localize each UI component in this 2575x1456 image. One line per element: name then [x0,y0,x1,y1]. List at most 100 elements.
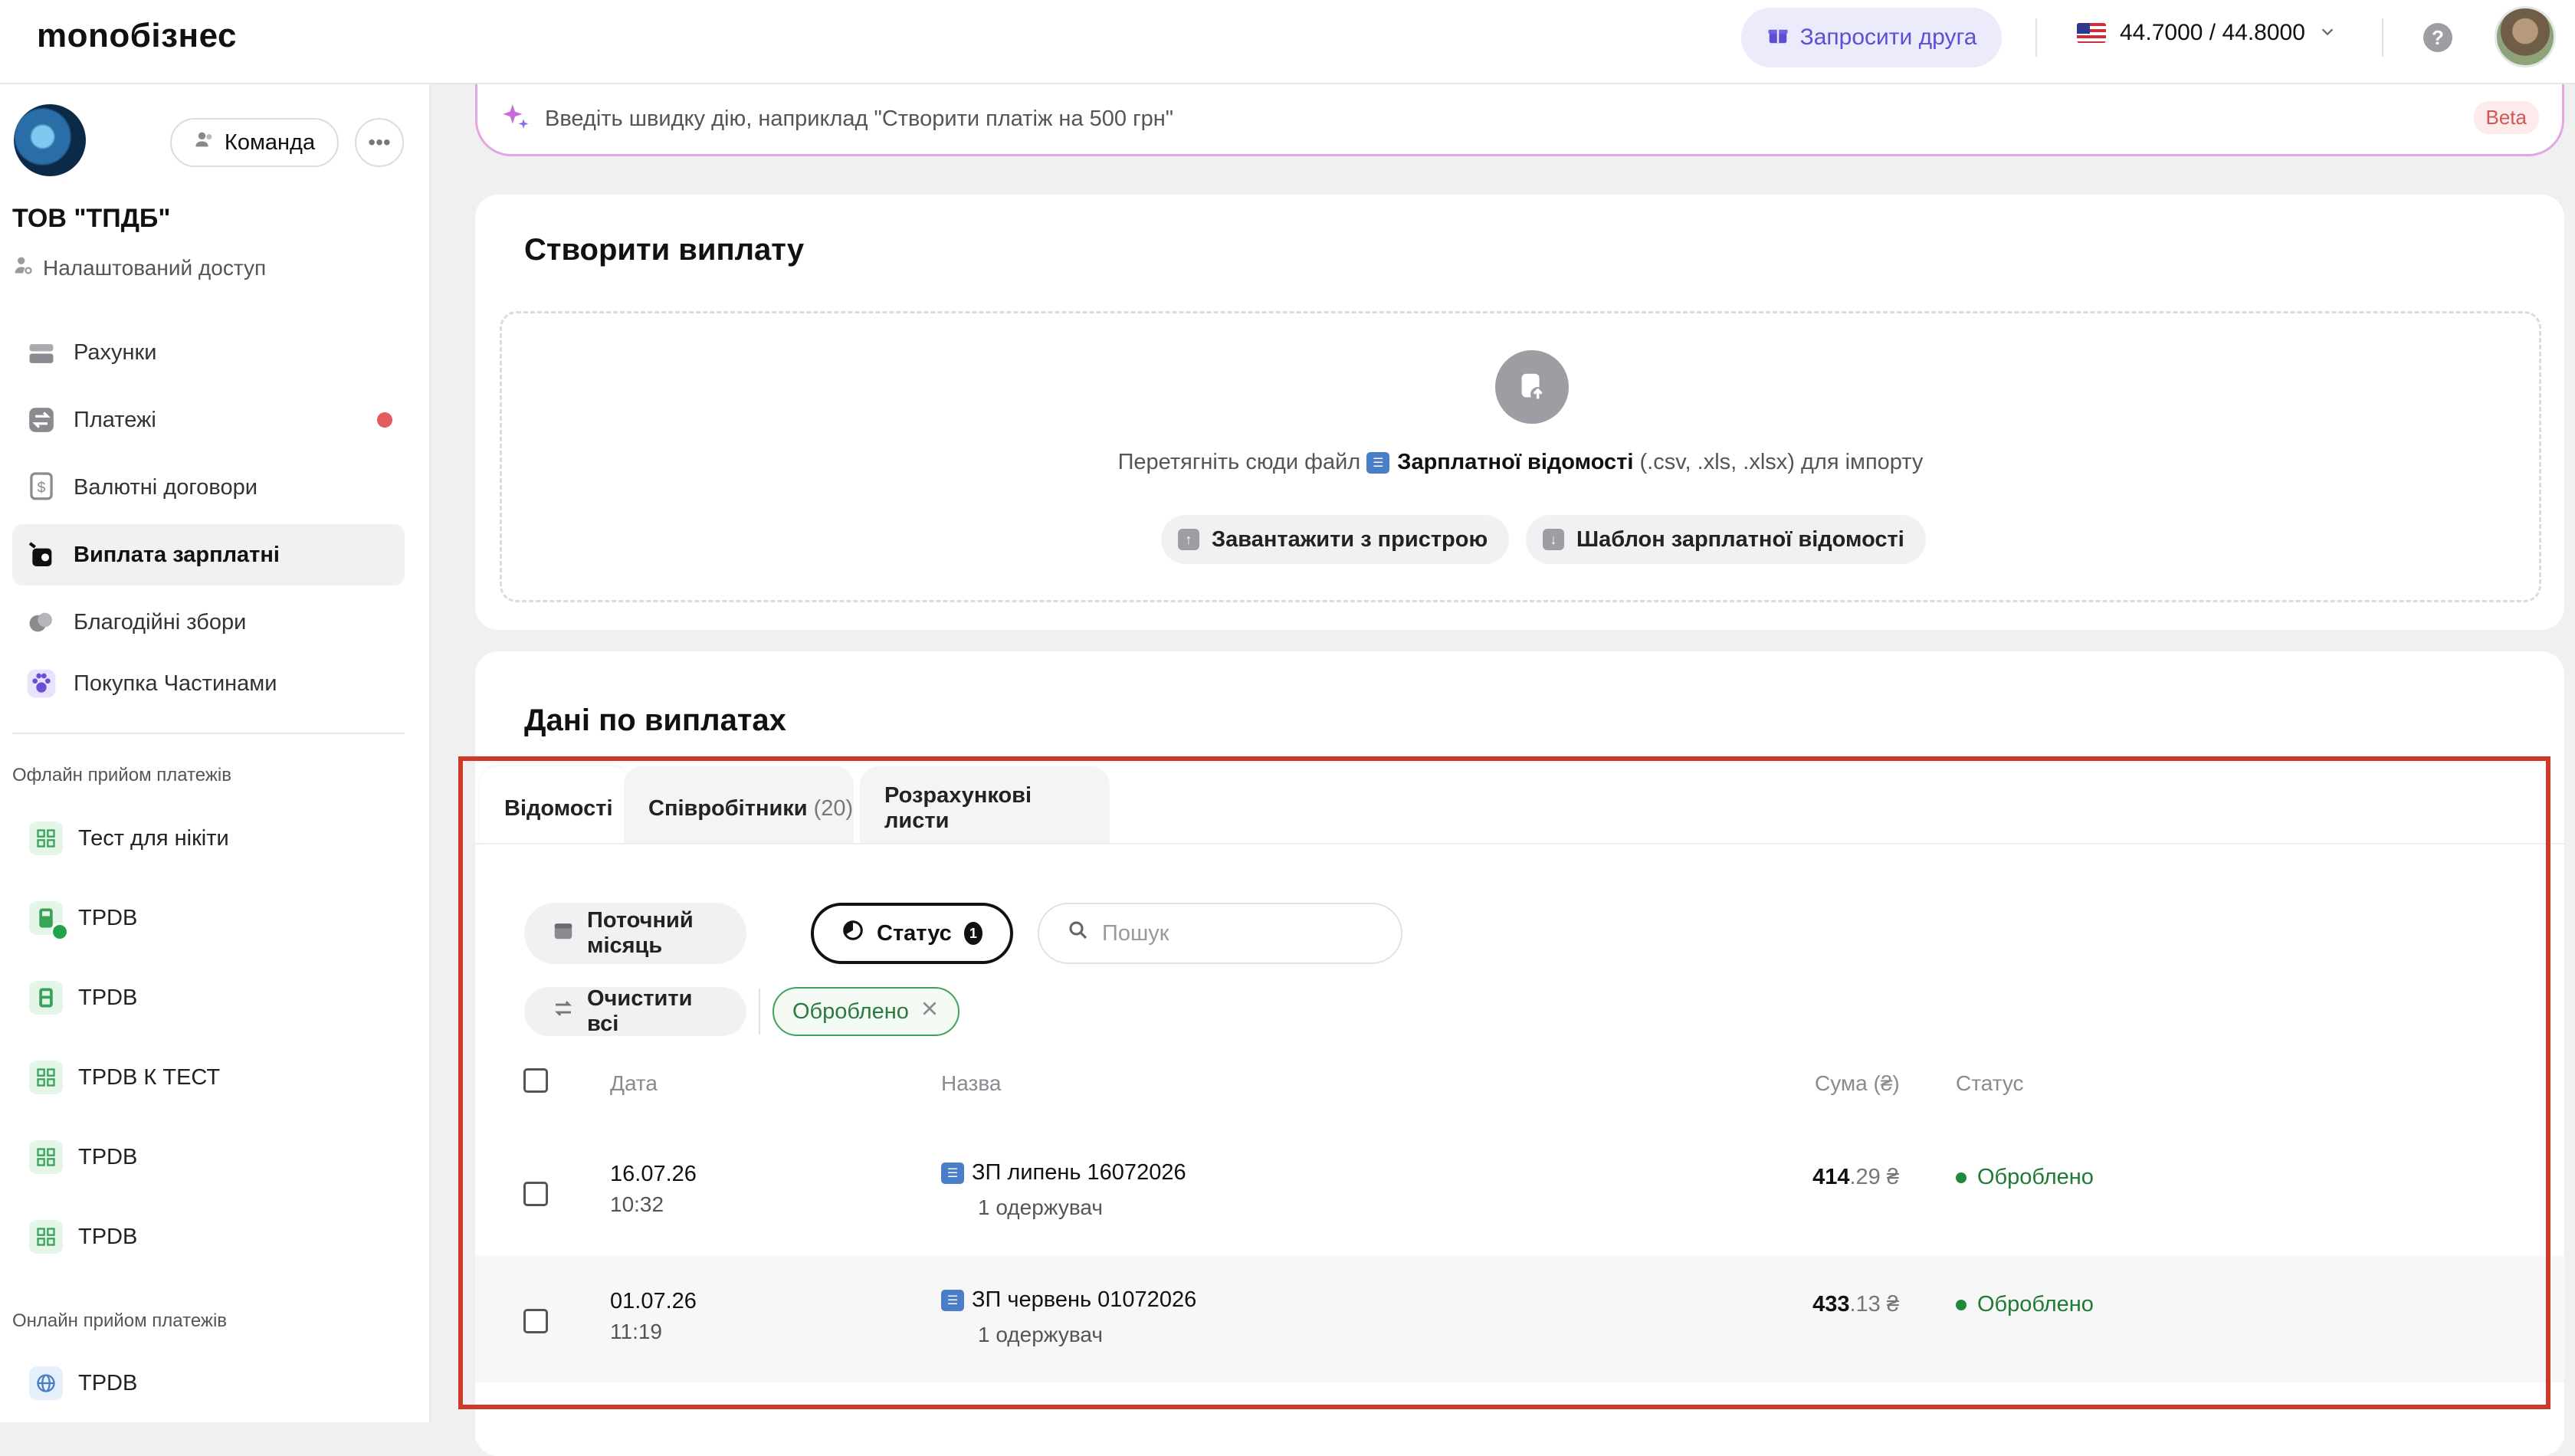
tab-label: Співробітники [648,795,808,821]
account-label: Тест для нікіти [78,825,229,851]
invite-friend-button[interactable]: Запросити друга [1741,8,2002,67]
sidebar-item-label: Валютні договори [74,474,258,500]
select-all-checkbox[interactable] [523,1068,548,1093]
column-name[interactable]: Назва [941,1071,1001,1096]
offline-account-item[interactable]: TPDB К ТЕСТ [29,1047,220,1108]
currency-rate-value: 44.7000 / 44.8000 [2120,20,2305,45]
sidebar-item-charity[interactable]: Благодійні збори [12,592,405,653]
quick-action-input[interactable]: Введіть швидку дію, наприклад "Створити … [475,84,2564,156]
sum-fraction: .13 ₴ [1849,1292,1900,1317]
salary-sheet-link[interactable]: Зарплатної відомості [1397,450,1633,474]
access-settings-link[interactable]: Налаштований доступ [12,254,266,281]
column-status[interactable]: Статус [1956,1071,2024,1096]
row-checkbox[interactable] [523,1182,548,1206]
access-label: Налаштований доступ [43,255,267,280]
sparkle-icon [500,102,530,137]
gift-icon [1766,23,1789,52]
row-checkbox[interactable] [523,1309,548,1333]
payout-data-title: Дані по виплатах [524,703,786,737]
online-section-label: Онлайн прийом платежів [12,1310,228,1331]
qr-icon [29,1220,63,1254]
divider [2035,18,2037,57]
quick-action-placeholder: Введіть швидку дію, наприклад "Створити … [545,107,1174,131]
status-filter[interactable]: Статус 1 [811,903,1013,964]
statements-panel: Поточний місяць Статус 1 Пошук Очистити … [475,843,2564,1441]
period-label: Поточний місяць [587,908,694,958]
payout-data-card: Дані по виплатах Відомості Співробітники… [475,651,2564,1456]
offline-account-item[interactable]: Тест для нікіти [29,808,229,869]
sum-integer: 433 [1812,1292,1850,1317]
account-label: TPDB К ТЕСТ [78,1064,221,1090]
offline-account-item[interactable]: TPDB [29,1206,137,1267]
sidebar-item-installments[interactable]: Покупка Частинами [12,653,405,714]
row-time: 11:19 [610,1320,662,1343]
table-row[interactable]: 01.07.26 11:19 ☰ ЗП червень 01072026 1 о… [475,1255,2564,1382]
team-icon [194,129,215,156]
tab-employees[interactable]: Співробітники (20) [624,766,854,851]
currency-doc-icon: $ [26,472,57,503]
drop-suffix: (.csv, .xls, .xlsx) для імпорту [1639,450,1924,474]
sum-integer: 414 [1812,1165,1850,1189]
more-options-button[interactable]: ••• [355,118,404,167]
logo[interactable]: monoбізнес [37,17,237,55]
sidebar-item-label: Рахунки [74,339,157,365]
tab-payslips[interactable]: Розрахункові листи [860,766,1110,851]
clear-all-filters-button[interactable]: Очистити всі [524,986,746,1036]
row-status: Оброблено [1956,1165,2094,1190]
top-bar: monoбізнес Запросити друга 44.7000 / 44.… [0,0,2575,84]
offline-account-item[interactable]: TPDB [29,887,137,949]
search-input[interactable]: Пошук [1038,903,1402,964]
help-icon[interactable]: ? [2423,23,2452,52]
tab-label: Розрахункові листи [884,783,1032,833]
offline-account-item[interactable]: TPDB [29,1126,137,1188]
team-button[interactable]: Команда [170,118,339,167]
globe-icon [29,1366,63,1400]
list-doc-icon: ☰ [1366,452,1390,474]
status-label: Статус [877,920,952,946]
table-row[interactable]: 16.07.26 10:32 ☰ ЗП липень 16072026 1 од… [475,1128,2564,1255]
upload-file-icon [1495,350,1569,424]
org-avatar[interactable] [14,104,86,176]
currency-rate-selector[interactable]: 44.7000 / 44.8000 [2077,20,2336,46]
chevron-down-icon [2319,20,2336,46]
ellipsis-icon: ••• [368,130,391,154]
close-icon[interactable] [920,999,940,1025]
status-count-badge: 1 [963,922,982,945]
clear-all-label: Очистити всі [587,986,693,1036]
sidebar-item-payments[interactable]: Платежі [12,389,405,451]
column-sum[interactable]: Сума (₴) [1815,1071,1900,1096]
team-label: Команда [224,130,316,155]
create-payout-card: Створити виплату Перетягніть сюди файл ☰… [475,195,2564,630]
sidebar: Команда ••• ТОВ "ТПДБ" Налаштований дост… [0,84,431,1422]
us-flag-icon [2077,23,2106,43]
sidebar-item-accounts[interactable]: Рахунки [12,322,405,383]
svg-text:$: $ [38,480,46,497]
sidebar-item-salary[interactable]: Виплата зарплатні [12,524,405,585]
upload-from-device-button[interactable]: ↑ Завантажити з пристрою [1161,515,1510,564]
active-filter-tag: Оброблено [772,987,959,1036]
sidebar-item-label: Платежі [74,407,156,432]
pos-terminal-icon [29,981,63,1015]
tab-label: Відомості [504,795,613,821]
account-label: TPDB [78,905,138,930]
sidebar-item-currency-contracts[interactable]: $ Валютні договори [12,457,405,518]
sidebar-item-label: Виплата зарплатні [74,542,280,567]
salary-template-button[interactable]: ↓ Шаблон зарплатної відомості [1526,515,1926,564]
upload-label: Завантажити з пристрою [1212,526,1488,552]
file-drop-zone[interactable]: Перетягніть сюди файл ☰ Зарплатної відомо… [500,311,2541,602]
row-date: 16.07.26 [610,1162,697,1186]
offline-account-item[interactable]: TPDB [29,967,137,1028]
period-filter[interactable]: Поточний місяць [524,903,746,964]
row-recipients: 1 одержувач [978,1195,1103,1219]
row-date: 01.07.26 [610,1289,697,1313]
row-name[interactable]: ☰ ЗП липень 16072026 [941,1160,1186,1185]
qr-icon [29,1140,63,1174]
user-avatar[interactable] [2495,6,2556,67]
template-label: Шаблон зарплатної відомості [1576,526,1904,552]
row-name[interactable]: ☰ ЗП червень 01072026 [941,1287,1196,1313]
tab-statements[interactable]: Відомості [480,766,630,851]
offline-section-label: Офлайн прийом платежів [12,765,231,785]
online-account-item[interactable]: TPDB [29,1353,137,1414]
column-date[interactable]: Дата [610,1071,658,1096]
row-sum: 433.13 ₴ [1669,1292,1899,1317]
